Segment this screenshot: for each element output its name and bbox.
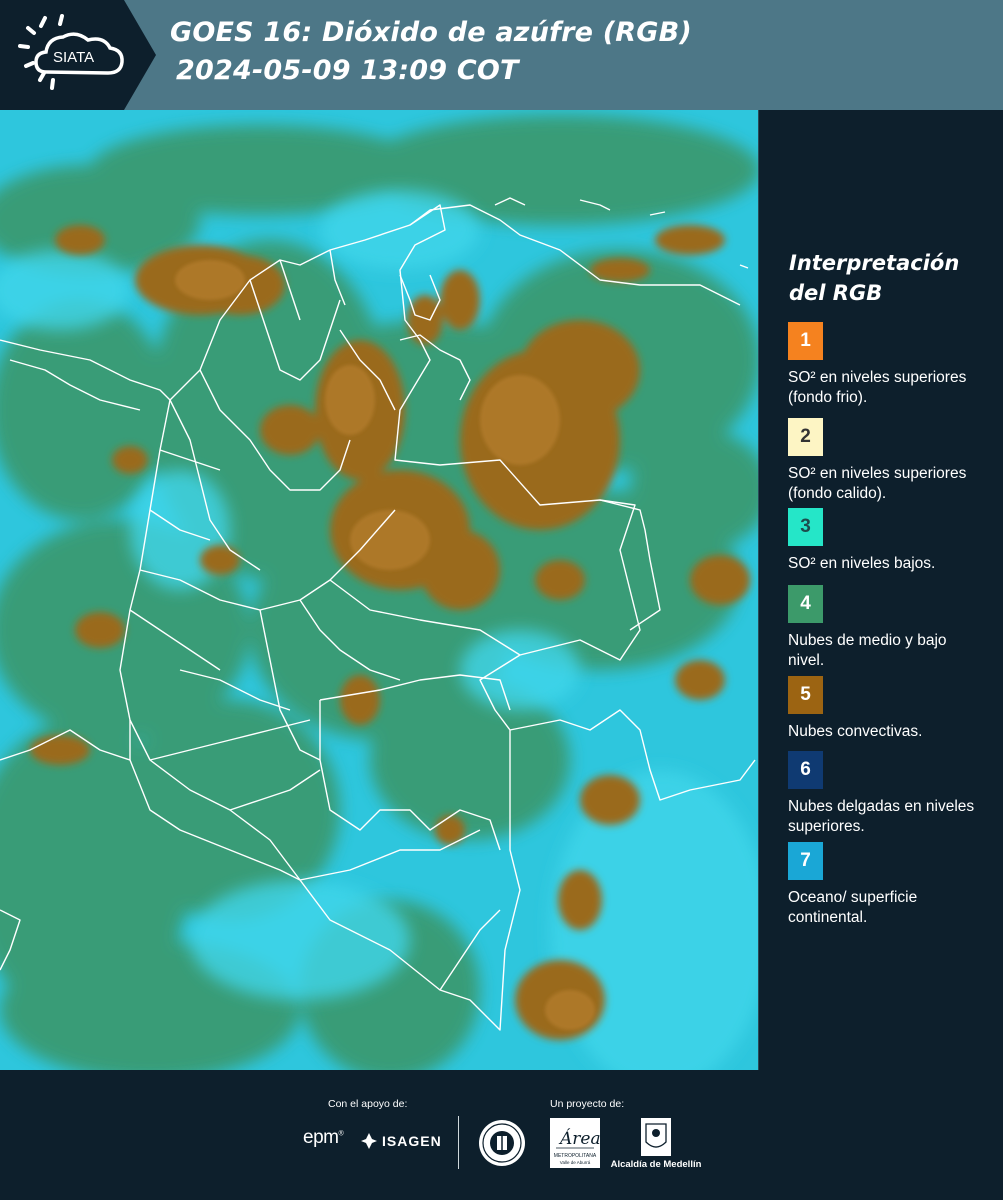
legend-description: SO² en niveles superiores (fondo calido)… [788, 465, 967, 502]
legend-description: Nubes de medio y bajo nivel. [788, 632, 947, 669]
legend-description: Oceano/ superficie continental. [788, 889, 918, 926]
siata-logo-text: SIATA [53, 49, 94, 66]
isagen-logo: ISAGEN [360, 1130, 442, 1152]
legend-description: SO² en niveles bajos. [788, 555, 936, 572]
alcaldia-logo: Alcaldía de Medellín [610, 1118, 702, 1173]
legend-swatch: 7 [788, 842, 823, 880]
epm-logo: epm® [303, 1127, 344, 1148]
isagen-icon [361, 1133, 377, 1149]
footer-divider [458, 1116, 459, 1169]
alcaldia-logo-text: Alcaldía de Medellín [610, 1159, 702, 1170]
amva-logo-subtitle2: Valle de Aburrá [560, 1160, 591, 1165]
legend-description: SO² en niveles superiores (fondo frio). [788, 369, 967, 406]
footer: Con el apoyo de: Un proyecto de: epm® IS… [0, 1070, 1003, 1200]
legend-swatch: 3 [788, 508, 823, 546]
isagen-logo-text: ISAGEN [382, 1133, 442, 1149]
siata-logo: SIATA [0, 0, 156, 110]
legend-swatch: 6 [788, 751, 823, 789]
medellin-seal-logo [477, 1118, 527, 1168]
legend-swatch: 1 [788, 322, 823, 360]
timestamp: 2024-05-09 13:09 COT [176, 55, 519, 86]
legend-swatch: 4 [788, 585, 823, 623]
legend-swatch: 5 [788, 676, 823, 714]
epm-logo-text: epm [303, 1127, 339, 1148]
amva-logo-text: Área [558, 1128, 600, 1149]
support-label: Con el apoyo de: [328, 1098, 408, 1110]
satellite-map [0, 110, 759, 1070]
amva-logo-subtitle: METROPOLITANA [554, 1153, 597, 1159]
amva-logo: Área METROPOLITANA Valle de Aburrá [550, 1118, 601, 1168]
legend-description: Nubes delgadas en niveles superiores. [788, 798, 975, 835]
satellite-image [0, 110, 758, 1070]
project-label: Un proyecto de: [550, 1098, 625, 1110]
header: SIATA GOES 16: Dióxido de azúfre (RGB) 2… [0, 0, 1003, 110]
legend-description: Nubes convectivas. [788, 723, 923, 740]
legend-panel: Interpretación del RGB 1 SO² en niveles s… [760, 110, 1003, 1070]
page-title: GOES 16: Dióxido de azúfre (RGB) [170, 17, 692, 48]
legend-swatch: 2 [788, 418, 823, 456]
legend-title: Interpretación del RGB [789, 251, 960, 305]
